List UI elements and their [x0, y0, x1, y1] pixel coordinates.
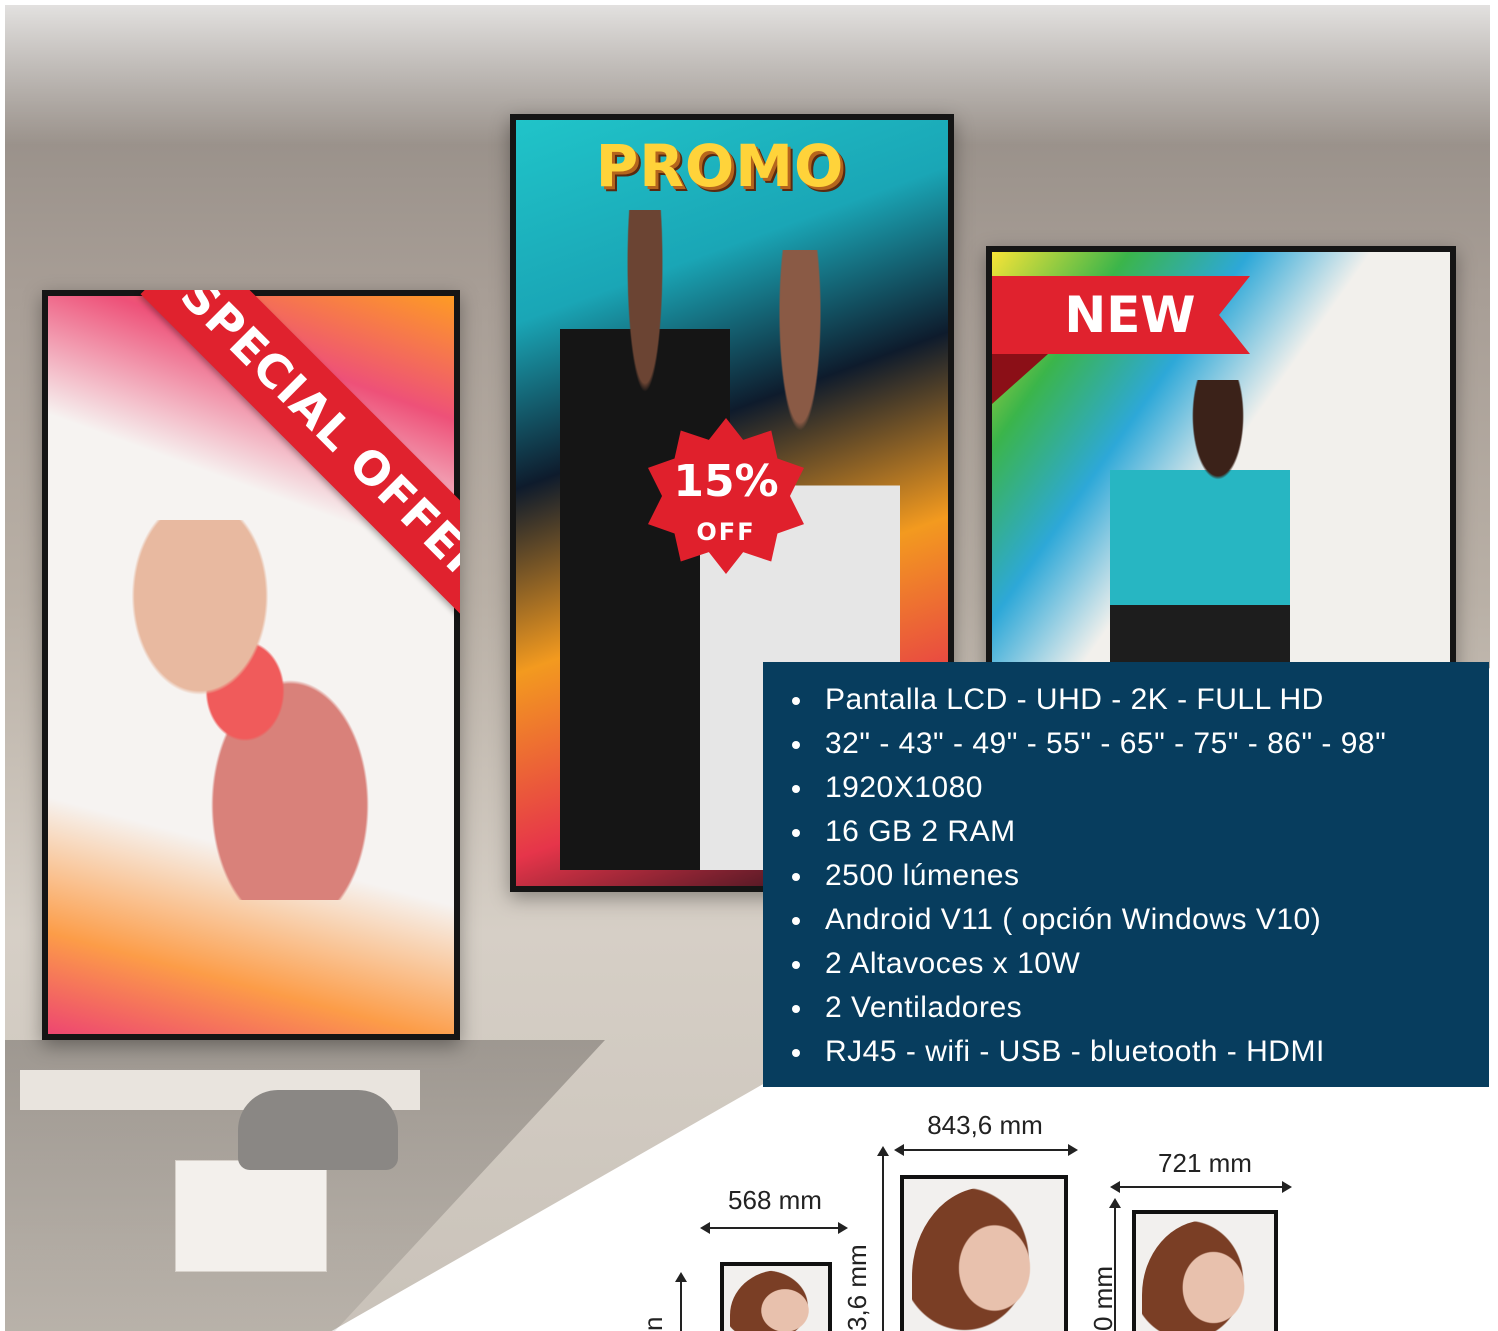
bullet-icon [792, 741, 800, 749]
spec-text: 2 Altavoces x 10W [825, 947, 1081, 980]
spec-text: 32" - 43" - 49" - 55" - 65" - 75" - 86" … [825, 727, 1387, 760]
bullet-icon [792, 873, 800, 881]
spec-item: 32" - 43" - 49" - 55" - 65" - 75" - 86" … [763, 726, 1489, 770]
bullet-icon [792, 961, 800, 969]
spec-text: Pantalla LCD - UHD - 2K - FULL HD [825, 683, 1324, 716]
discount-off-label: OFF [696, 518, 756, 546]
special-offer-ribbon-area: SPECIAL OFFER [42, 290, 460, 670]
spec-item: 16 GB 2 RAM [763, 814, 1489, 858]
bullet-icon [792, 1005, 800, 1013]
spec-text: 2 Ventiladores [825, 991, 1023, 1024]
spec-item: RJ45 - wifi - USB - bluetooth - HDMI [763, 1034, 1489, 1078]
runner-man-image [1110, 380, 1290, 680]
model-face-image [730, 1270, 828, 1331]
spec-item: Android V11 ( opción Windows V10) [763, 902, 1489, 946]
model-face-image [912, 1187, 1062, 1331]
spec-item: 2 Ventiladores [763, 990, 1489, 1034]
small-width-label: 568 mm [728, 1185, 822, 1215]
medium-width-arrow [1110, 1181, 1292, 1193]
small-height-arrow [675, 1272, 687, 1331]
spec-text: 16 GB 2 RAM [825, 815, 1016, 848]
new-ribbon-text: NEW [1064, 286, 1196, 344]
bullet-icon [792, 785, 800, 793]
spec-text: RJ45 - wifi - USB - bluetooth - HDMI [825, 1035, 1325, 1068]
large-width-label: 843,6 mm [927, 1110, 1043, 1140]
small-height-label: n [638, 1316, 668, 1331]
special-offer-text: SPECIAL OFFER [170, 290, 460, 597]
large-height-label: 3,6 mm [842, 1244, 872, 1331]
large-height-arrow [877, 1146, 889, 1331]
medium-screen-diagram [1132, 1210, 1278, 1331]
promo-title: PROMO [595, 132, 845, 200]
spec-panel: Pantalla LCD - UHD - 2K - FULL HD 32" - … [763, 662, 1489, 1087]
spec-list: Pantalla LCD - UHD - 2K - FULL HD 32" - … [763, 662, 1489, 1078]
discount-percent: 15% [673, 456, 779, 507]
small-width-arrow [700, 1222, 848, 1234]
large-width-arrow [894, 1144, 1078, 1156]
spec-text: 1920X1080 [825, 771, 983, 804]
small-screen-diagram [720, 1262, 832, 1331]
spec-text: Android V11 ( opción Windows V10) [825, 903, 1322, 936]
display-cube [175, 1160, 327, 1272]
spec-item: 2 Altavoces x 10W [763, 946, 1489, 990]
medium-width-label: 721 mm [1158, 1148, 1252, 1178]
spec-item: 2500 lúmenes [763, 858, 1489, 902]
model-face-image [1142, 1220, 1272, 1331]
spec-item: Pantalla LCD - UHD - 2K - FULL HD [763, 682, 1489, 726]
spec-text: 2500 lúmenes [825, 859, 1020, 892]
medium-height-label: 0 mm [1088, 1266, 1118, 1331]
bullet-icon [792, 829, 800, 837]
large-screen-diagram [900, 1175, 1068, 1331]
gym-bag [238, 1090, 398, 1170]
bullet-icon [792, 1049, 800, 1057]
bullet-icon [792, 697, 800, 705]
bullet-icon [792, 917, 800, 925]
spec-item: 1920X1080 [763, 770, 1489, 814]
product-banner: SPECIAL OFFER PROMO 15% OFF NEW Pantalla… [0, 0, 1498, 1331]
